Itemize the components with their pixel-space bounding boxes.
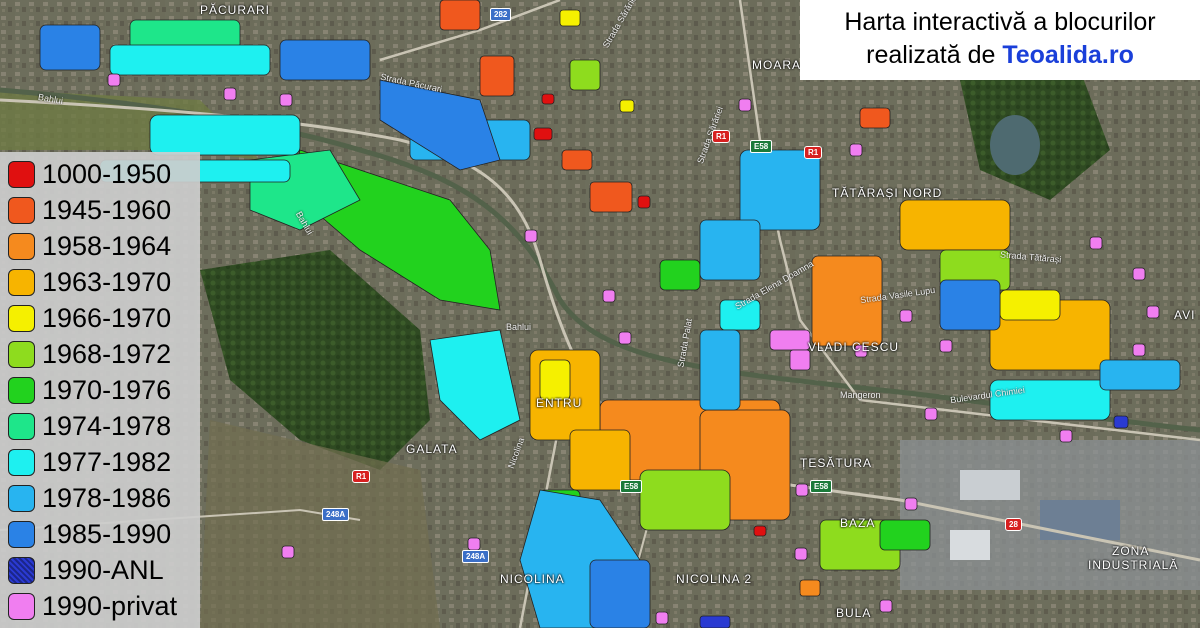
legend-item[interactable]: 1985-1990 <box>8 516 171 552</box>
legend-swatch <box>8 556 35 584</box>
place-nicolina-2: NICOLINA 2 <box>676 572 753 586</box>
place-centru: ENTRU <box>536 396 583 410</box>
place-vladiceasca: VLADI CESCU <box>808 340 900 354</box>
place-pacurari: PĂCURARI <box>200 3 271 17</box>
place-avi: AVI <box>1174 308 1196 322</box>
legend-item[interactable]: 1990-ANL <box>8 552 164 588</box>
legend-label: 1977-1982 <box>42 446 172 477</box>
legend-item[interactable]: 1963-1970 <box>8 264 171 300</box>
legend-swatch <box>8 160 35 188</box>
title-prefix: realizată de <box>866 41 1003 69</box>
legend-item[interactable]: 1966-1970 <box>8 300 171 336</box>
road-shield-e58: E58 <box>620 480 643 493</box>
title-box: Harta interactivă a blocurilor realizată… <box>800 0 1200 80</box>
legend-item[interactable]: 1990-privat <box>8 588 177 624</box>
legend-label: 1978-1986 <box>42 482 172 513</box>
brand-link[interactable]: Teoalida.ro <box>1002 41 1134 69</box>
legend-item[interactable]: 1977-1982 <box>8 444 171 480</box>
legend-swatch <box>8 520 35 548</box>
legend-swatch <box>8 304 35 332</box>
title-line-2: realizată de Teoalida.ro <box>800 39 1200 72</box>
legend-swatch <box>8 412 35 440</box>
river-bahlui-label: Bahlui <box>506 322 532 332</box>
place-baza: BAZA <box>840 516 876 530</box>
legend-swatch <box>8 196 35 224</box>
legend-label: 1945-1960 <box>42 194 172 225</box>
legend-item[interactable]: 1978-1986 <box>8 480 171 516</box>
road-shield-248a: 248A <box>462 550 490 563</box>
legend-swatch <box>8 448 35 476</box>
legend-item[interactable]: 1968-1972 <box>8 336 171 372</box>
place-tatarasi-nord: TĂTĂRAȘI NORD <box>832 186 943 200</box>
road-shield-28: 28 <box>1005 518 1022 531</box>
legend-label: 1970-1976 <box>42 374 172 405</box>
legend-item[interactable]: 1958-1964 <box>8 228 171 264</box>
legend-label: 1974-1978 <box>42 410 172 441</box>
legend-swatch <box>8 232 35 260</box>
legend-swatch <box>8 340 35 368</box>
legend-label: 1966-1970 <box>42 302 172 333</box>
legend-label: 1990-privat <box>42 590 178 621</box>
legend-swatch <box>8 268 35 296</box>
street-label: Mangeron <box>840 390 881 400</box>
legend-label: 1968-1972 <box>42 338 172 369</box>
road-shield-r1: R1 <box>804 146 823 159</box>
legend-item[interactable]: 1000-1950 <box>8 156 171 192</box>
place-galata: GALATA <box>406 442 458 456</box>
legend-label: 1958-1964 <box>42 230 172 261</box>
legend-label: 1985-1990 <box>42 518 172 549</box>
place-bularga: BULA <box>836 606 872 620</box>
road-shield-248a: 248A <box>322 508 350 521</box>
legend-swatch <box>8 376 35 404</box>
legend-swatch <box>8 484 35 512</box>
place-nicolina: NICOLINA <box>500 572 565 586</box>
legend-item[interactable]: 1970-1976 <box>8 372 171 408</box>
legend-item[interactable]: 1945-1960 <box>8 192 171 228</box>
legend-label: 1990-ANL <box>42 554 164 585</box>
road-shield-e58: E58 <box>810 480 833 493</box>
legend-label: 1000-1950 <box>42 158 172 189</box>
place-industriala: INDUSTRIALĂ <box>1088 558 1179 572</box>
road-shield-r1: R1 <box>712 130 731 143</box>
road-shield-e58: E58 <box>750 140 773 153</box>
title-line-1: Harta interactivă a blocurilor <box>844 8 1156 36</box>
legend-item[interactable]: 1974-1978 <box>8 408 171 444</box>
legend: 1000-1950 1945-1960 1958-1964 1963-1970 1966… <box>0 152 200 628</box>
legend-label: 1963-1970 <box>42 266 172 297</box>
place-zona: ZONA <box>1112 544 1150 558</box>
legend-swatch <box>8 592 35 620</box>
place-tesatura: ȚESĂTURA <box>800 456 873 470</box>
road-shield-282: 282 <box>490 8 512 21</box>
road-shield-r1: R1 <box>352 470 371 483</box>
